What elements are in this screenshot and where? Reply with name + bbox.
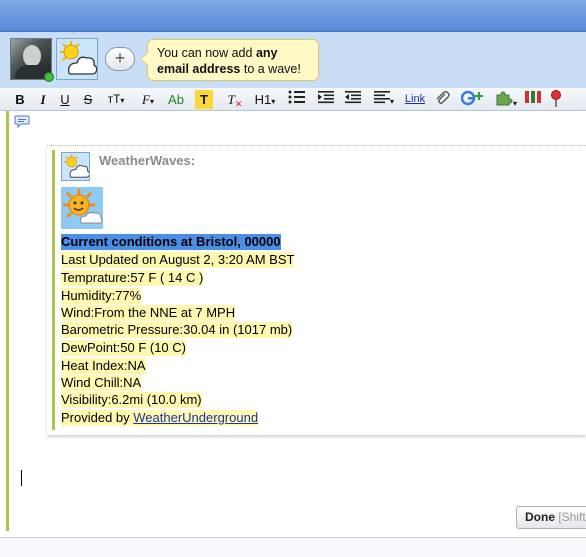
attachment-icon: [436, 91, 450, 104]
pressure-line[interactable]: Barometric Pressure:30.04 in (1017 mb): [61, 322, 293, 338]
italic-button[interactable]: I: [36, 90, 50, 109]
wave-header-bar: [0, 0, 586, 32]
poll-gadget-button[interactable]: [524, 90, 544, 109]
visibility-line[interactable]: Visibility:6.2mi (10.0 km): [61, 392, 202, 408]
puzzle-icon: [496, 91, 513, 106]
last-updated-line[interactable]: Last Updated on August 2, 3:20 AM BST: [61, 252, 295, 268]
underline-button[interactable]: U: [58, 90, 72, 109]
provided-by-line: Provided by WeatherUnderground: [61, 410, 259, 426]
sun-cloud-icon: [64, 154, 89, 178]
formatting-toolbar: B I U S тT▾ F▾ Ab T T✕ H1▾ ▾ Link ▾: [0, 88, 586, 111]
done-button[interactable]: Done [Shift+Enter]: [516, 506, 586, 529]
extensions-button[interactable]: ▾: [493, 90, 519, 109]
weather-condition-image: [61, 187, 103, 229]
outdent-button[interactable]: [345, 90, 361, 109]
map-gadget-button[interactable]: [549, 90, 563, 109]
wind-line[interactable]: Wind:From the NNE at 7 MPH: [61, 305, 236, 321]
indent-button[interactable]: [318, 90, 334, 109]
inline-reply-marker[interactable]: [14, 114, 30, 129]
attachment-button[interactable]: [434, 90, 450, 109]
wind-chill-line[interactable]: Wind Chill:NA: [61, 375, 142, 391]
chart-icon: [525, 91, 541, 103]
email-tip-tooltip: You can now add any email address to a w…: [140, 39, 319, 81]
outdent-icon: [345, 91, 361, 104]
strikethrough-button[interactable]: S: [81, 90, 95, 109]
temperature-line[interactable]: Temprature:57 F ( 14 C ): [61, 270, 204, 286]
indent-icon: [318, 91, 334, 104]
map-pin-icon: [551, 90, 561, 107]
text-cursor: [21, 470, 22, 486]
align-button[interactable]: ▾: [372, 90, 396, 109]
humidity-line[interactable]: Humidity:77%: [61, 288, 142, 304]
heat-index-line[interactable]: Heat Index:NA: [61, 358, 146, 374]
sun-cloud-icon: [60, 41, 97, 75]
online-status-icon: [44, 72, 54, 82]
link-button[interactable]: Link: [403, 90, 427, 109]
inline-thread-bar: [52, 150, 55, 430]
weatherwaves-avatar[interactable]: [56, 38, 98, 80]
align-icon: [373, 91, 390, 104]
highlight-color-button[interactable]: T: [195, 90, 213, 109]
wave-footer: [0, 537, 586, 557]
font-size-button[interactable]: тT▾: [104, 90, 128, 109]
dewpoint-line[interactable]: DewPoint:50 F (10 C): [61, 340, 186, 356]
bullet-list-button[interactable]: [288, 90, 306, 109]
reply-icon: [14, 115, 30, 129]
text-color-button[interactable]: Ab: [166, 90, 186, 109]
google-plus-icon: [460, 90, 483, 106]
font-family-button[interactable]: F▾: [138, 90, 158, 109]
clear-formatting-button[interactable]: T✕: [226, 90, 244, 109]
add-participant-button[interactable]: +: [105, 47, 135, 71]
add-gadget-button[interactable]: [460, 90, 485, 109]
weatherwaves-small-avatar[interactable]: [61, 152, 90, 181]
blip-author: WeatherWaves:: [99, 153, 196, 168]
bold-button[interactable]: B: [13, 90, 27, 109]
heading-button[interactable]: H1▾: [253, 90, 277, 109]
partly-sunny-icon: [63, 189, 103, 224]
weatherunderground-link[interactable]: WeatherUnderground: [133, 410, 258, 425]
conditions-heading[interactable]: Current conditions at Bristol, 00000: [61, 234, 281, 250]
bullet-list-icon: [288, 90, 305, 104]
